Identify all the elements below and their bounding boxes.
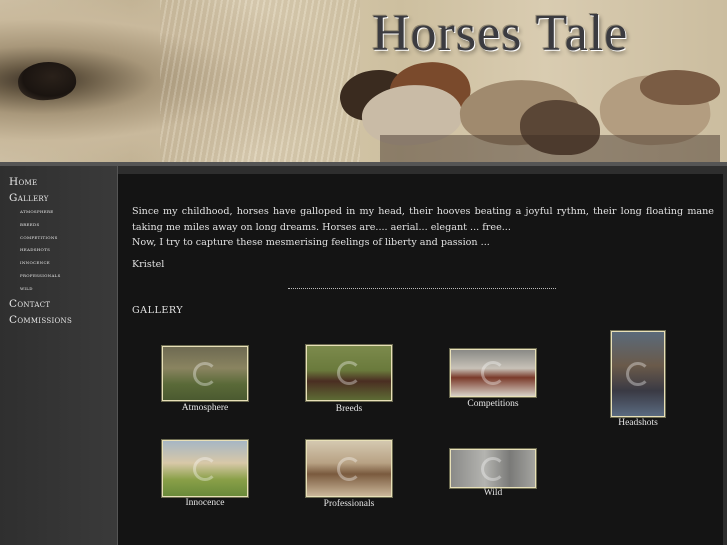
nav-commissions[interactable]: Commissions bbox=[0, 312, 117, 328]
site-title-second: Tale bbox=[535, 5, 629, 62]
dotted-divider bbox=[288, 288, 556, 289]
nav-headshots[interactable]: headshots bbox=[0, 244, 117, 257]
nav-innocence[interactable]: innocence bbox=[0, 257, 117, 270]
header-banner: Horses Tale bbox=[0, 0, 727, 166]
nav-wild[interactable]: wild bbox=[0, 283, 117, 296]
thumb-breeds[interactable] bbox=[306, 345, 392, 401]
caption-innocence[interactable]: Innocence bbox=[155, 498, 255, 508]
gallery-heading: GALLERY bbox=[132, 305, 184, 316]
signature: Kristel bbox=[132, 259, 165, 270]
caption-professionals[interactable]: Professionals bbox=[299, 499, 399, 509]
nav-professionals[interactable]: professionals bbox=[0, 270, 117, 283]
caption-competitions[interactable]: Competitions bbox=[443, 399, 543, 409]
watermark-icon bbox=[481, 456, 505, 481]
watermark-icon bbox=[193, 456, 217, 481]
thumb-headshots[interactable] bbox=[611, 331, 665, 417]
caption-breeds[interactable]: Breeds bbox=[299, 404, 399, 414]
nav-home[interactable]: Home bbox=[0, 174, 117, 190]
site-title: Horses Tale bbox=[372, 4, 628, 63]
intro-text: Since my childhood, horses have galloped… bbox=[132, 204, 714, 251]
nav-gallery[interactable]: Gallery bbox=[0, 190, 117, 206]
nav-contact[interactable]: Contact bbox=[0, 296, 117, 312]
intro-paragraph-2: Now, I try to capture these mesmerising … bbox=[132, 237, 490, 248]
watermark-icon bbox=[481, 361, 505, 385]
intro-paragraph: Since my childhood, horses have galloped… bbox=[132, 206, 714, 233]
watermark-icon bbox=[337, 361, 361, 385]
thumb-wild[interactable] bbox=[450, 449, 536, 488]
watermark-icon bbox=[337, 456, 361, 481]
caption-wild[interactable]: Wild bbox=[443, 488, 543, 498]
thumb-atmosphere[interactable] bbox=[162, 346, 248, 401]
thumb-professionals[interactable] bbox=[306, 440, 392, 497]
mane-texture bbox=[160, 0, 360, 166]
thumb-competitions[interactable] bbox=[450, 349, 536, 397]
caption-headshots[interactable]: Headshots bbox=[588, 418, 688, 428]
sidebar-nav: Home Gallery atmosphere breeds competiti… bbox=[0, 166, 118, 545]
nav-breeds[interactable]: breeds bbox=[0, 219, 117, 232]
thumb-innocence[interactable] bbox=[162, 440, 248, 497]
caption-atmosphere[interactable]: Atmosphere bbox=[155, 403, 255, 413]
watermark-icon bbox=[193, 361, 217, 386]
site-title-first: Horses bbox=[372, 5, 523, 62]
content-panel: Since my childhood, horses have galloped… bbox=[118, 174, 723, 545]
main-area: Since my childhood, horses have galloped… bbox=[118, 166, 727, 545]
nav-atmosphere[interactable]: atmosphere bbox=[0, 206, 117, 219]
nav-competitions[interactable]: competitions bbox=[0, 232, 117, 245]
watermark-icon bbox=[626, 362, 650, 386]
